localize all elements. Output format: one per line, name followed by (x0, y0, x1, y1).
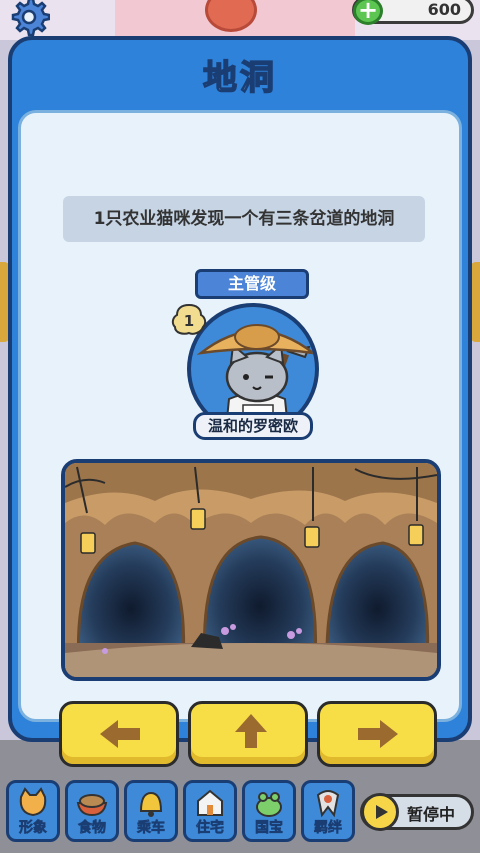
cat-face-icon (19, 787, 47, 817)
plus-icon[interactable]: + (353, 0, 383, 25)
nav-label: 形象 (19, 820, 48, 837)
nav-home[interactable]: 住宅 (183, 780, 237, 842)
left-arrow-button[interactable] (59, 701, 179, 767)
gear-icon[interactable] (8, 0, 50, 38)
nav-label: 国宝 (255, 820, 284, 837)
up-arrow-button[interactable] (188, 701, 308, 767)
currency-display: + 600 (352, 0, 474, 25)
pause-button[interactable]: 暂停中 (360, 793, 474, 831)
nav-label: 羁绊 (314, 820, 343, 837)
frog-icon (256, 792, 282, 817)
event-description: 1只农业猫咪发现一个有三条岔道的地洞 (63, 196, 425, 242)
cave-scene-image (61, 459, 441, 681)
nav-label: 乘车 (137, 820, 166, 837)
modal-title: 地洞 (202, 57, 277, 99)
arrow-up-icon (235, 714, 267, 748)
cat-name: 温和的罗密欧 (193, 412, 313, 440)
level-number: 1 (184, 312, 194, 330)
event-modal: 地洞 1只农业猫咪发现一个有三条岔道的地洞 主管级 1 温和的罗密欧 (8, 36, 472, 767)
currency-amount: 600 (427, 0, 461, 19)
food-bowl-icon (76, 794, 108, 817)
bell-icon (139, 791, 163, 817)
nav-ride[interactable]: 乘车 (124, 780, 178, 842)
play-icon (361, 793, 399, 831)
modal-panel: 1只农业猫咪发现一个有三条岔道的地洞 主管级 1 温和的罗密欧 (18, 110, 462, 767)
nav-label: 住宅 (196, 820, 225, 837)
arrow-right-icon (358, 720, 398, 748)
house-icon (197, 789, 223, 816)
nav-treasure[interactable]: 国宝 (242, 780, 296, 842)
pause-label: 暂停中 (407, 805, 456, 824)
bottom-nav: 形象 食物 乘车 住宅 国宝 羁绊 暂停中 (0, 780, 480, 853)
level-badge: 1 (171, 303, 207, 335)
nav-food[interactable]: 食物 (65, 780, 119, 842)
right-arrow-button[interactable] (317, 701, 437, 767)
ribbon-icon (316, 790, 340, 818)
nav-bond[interactable]: 羁绊 (301, 780, 355, 842)
nav-label: 食物 (78, 820, 107, 837)
nav-appearance[interactable]: 形象 (6, 780, 60, 842)
rank-label: 主管级 (195, 269, 309, 299)
arrow-left-icon (100, 720, 140, 748)
